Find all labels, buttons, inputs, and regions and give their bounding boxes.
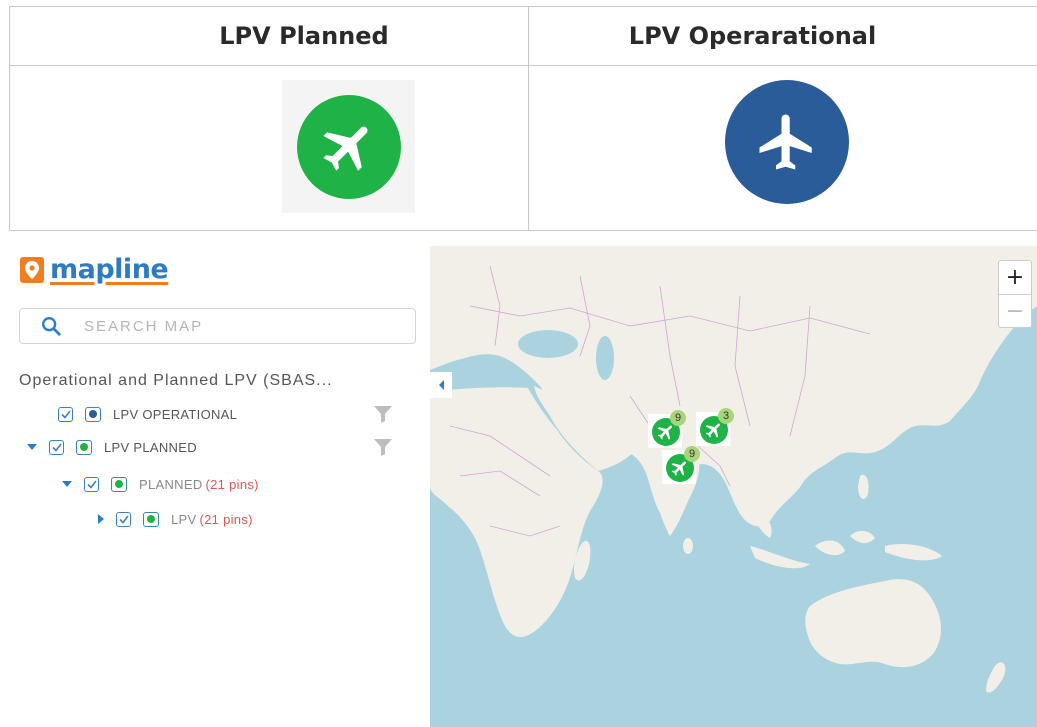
layer-label[interactable]: LPV OPERATIONAL — [113, 407, 237, 422]
pin-count: (21 pins) — [199, 511, 253, 527]
layer-icon — [143, 511, 159, 527]
zoom-out-button[interactable]: − — [999, 295, 1031, 328]
chevron-down-icon[interactable] — [62, 481, 72, 487]
layer-label[interactable]: LPV — [171, 512, 196, 527]
map-basemap — [430, 246, 1037, 693]
cluster-count: 9 — [684, 446, 700, 462]
mapline-app: mapline Operational and Planned LPV (SBA… — [0, 236, 1037, 727]
airplane-icon — [296, 94, 401, 199]
layer-checkbox[interactable] — [84, 476, 99, 492]
layer-label[interactable]: PLANNED — [139, 477, 203, 492]
chevron-right-icon[interactable] — [98, 514, 104, 524]
layer-row-lpv: LPV (21 pins) — [98, 508, 253, 530]
sidebar: mapline Operational and Planned LPV (SBA… — [0, 236, 430, 727]
pin-count: (21 pins) — [205, 476, 259, 492]
zoom-in-button[interactable]: + — [999, 261, 1031, 295]
layer-checkbox[interactable] — [58, 406, 73, 422]
map-pin-cluster[interactable]: 3 — [696, 408, 734, 446]
layer-row-planned: PLANNED (21 pins) — [62, 473, 259, 495]
layer-row-lpv-planned: LPV PLANNED — [27, 436, 197, 458]
layer-title: Operational and Planned LPV (SBAS... — [19, 372, 333, 389]
layer-icon — [111, 476, 127, 492]
layer-label[interactable]: LPV PLANNED — [104, 440, 197, 455]
zoom-control: + − — [998, 260, 1032, 328]
filter-icon[interactable] — [372, 436, 394, 458]
chevron-left-icon — [438, 380, 444, 390]
cluster-count: 9 — [670, 410, 686, 426]
layer-checkbox[interactable] — [116, 511, 131, 527]
layer-icon — [85, 406, 101, 422]
filter-icon[interactable] — [372, 403, 394, 425]
map-canvas[interactable]: + − 9 3 9 — [430, 246, 1037, 727]
map-pin-cluster[interactable]: 9 — [662, 446, 700, 484]
mapline-logo[interactable]: mapline — [20, 254, 169, 285]
search-icon — [42, 317, 61, 336]
planned-icon-tile — [282, 80, 415, 213]
airplane-icon — [725, 80, 849, 204]
layer-row-lpv-operational: LPV OPERATIONAL — [58, 403, 237, 425]
logo-text: mapline — [50, 254, 169, 285]
chevron-down-icon[interactable] — [27, 444, 37, 450]
legend-header-planned: LPV Planned — [10, 7, 528, 66]
map-pin-icon — [20, 256, 44, 283]
cluster-count: 3 — [718, 408, 734, 424]
legend-table: LPV Planned LPV Operarational — [9, 6, 1037, 231]
sidebar-collapse-button[interactable] — [430, 372, 452, 398]
legend-header-operational: LPV Operarational — [528, 7, 1037, 66]
layer-icon — [76, 439, 92, 455]
layer-checkbox[interactable] — [49, 439, 64, 455]
legend-column-operational: LPV Operarational — [528, 7, 1037, 230]
legend-column-planned: LPV Planned — [10, 7, 529, 230]
map-pin-cluster[interactable]: 9 — [648, 410, 686, 448]
search-input[interactable] — [82, 316, 386, 336]
search-box[interactable] — [19, 308, 416, 344]
